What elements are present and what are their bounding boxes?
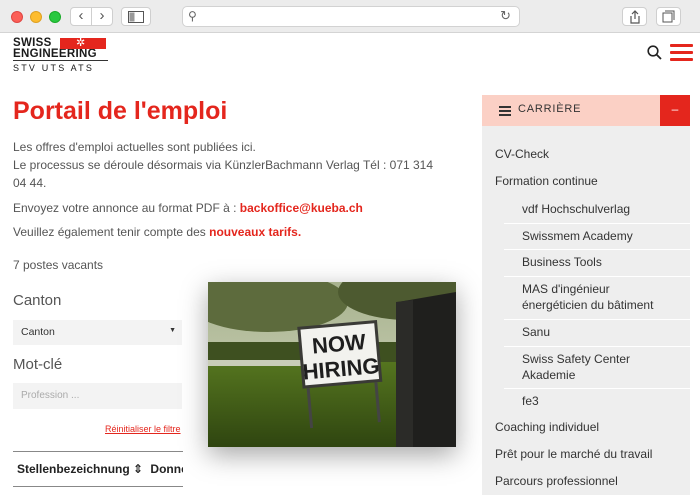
canton-select-value: Canton bbox=[21, 326, 55, 338]
sidebar-item-parcours[interactable]: Parcours professionnel bbox=[495, 474, 618, 488]
pdf-text: Envoyez votre annonce au format PDF à : bbox=[13, 201, 237, 215]
back-button[interactable]: ‹ bbox=[70, 7, 92, 26]
list-icon bbox=[499, 106, 511, 118]
close-window-button[interactable] bbox=[11, 11, 23, 23]
collapse-button[interactable]: – bbox=[660, 95, 690, 126]
forward-button[interactable]: › bbox=[91, 7, 113, 26]
logo-line-3: STV UTS ATS bbox=[13, 63, 95, 73]
sidebar-item-cv-check[interactable]: CV-Check bbox=[495, 147, 549, 161]
pdf-instruction: Envoyez votre annonce au format PDF à : … bbox=[13, 199, 363, 217]
email-link[interactable]: backoffice@kueba.ch bbox=[240, 201, 363, 215]
reset-filter-link[interactable]: Réinitialiser le filtre bbox=[105, 424, 181, 434]
search-icon: ⚲ bbox=[188, 9, 197, 23]
col-data[interactable]: Données bbox=[150, 462, 183, 476]
tarif-note: Veuillez également tenir compte des nouv… bbox=[13, 223, 301, 241]
now-hiring-image: NOW HIRING bbox=[208, 282, 456, 447]
share-button[interactable] bbox=[622, 7, 647, 26]
sidebar-subitem-mas[interactable]: MAS d'ingénieur énergéticien du bâtiment bbox=[522, 281, 672, 313]
divider bbox=[504, 249, 690, 250]
sidebar-subitem-business-tools[interactable]: Business Tools bbox=[522, 254, 672, 270]
tarif-link[interactable]: nouveaux tarifs. bbox=[209, 225, 301, 239]
sidebar-toggle-button[interactable] bbox=[121, 7, 151, 26]
logo-line-2: ENGINEERING bbox=[13, 48, 97, 60]
intro-line-1: Les offres d'emploi actuelles sont publi… bbox=[13, 140, 256, 154]
sidebar-item-formation[interactable]: Formation continue bbox=[495, 174, 598, 188]
divider bbox=[504, 346, 690, 347]
sidebar-subitem-safety-center[interactable]: Swiss Safety Center Akademie bbox=[522, 351, 672, 383]
chevron-left-icon: ‹ bbox=[78, 7, 84, 24]
keyword-label: Mot-clé bbox=[13, 356, 63, 373]
zoom-window-button[interactable] bbox=[49, 11, 61, 23]
career-sidebar: CARRIÈRE – CV-Check Formation continue v… bbox=[482, 95, 690, 495]
divider bbox=[504, 388, 690, 389]
browser-toolbar: ‹ › ⚲ ↻ bbox=[0, 0, 700, 33]
chevron-right-icon: › bbox=[99, 7, 105, 24]
emblem-icon: ✲ bbox=[76, 37, 86, 49]
tarif-text: Veuillez également tenir compte des bbox=[13, 225, 206, 239]
sidebar-subitem-swissmem[interactable]: Swissmem Academy bbox=[522, 228, 672, 244]
sidebar-subitem-sanu[interactable]: Sanu bbox=[522, 324, 672, 340]
sidebar-subitem-vdf[interactable]: vdf Hochschulverlag bbox=[522, 201, 672, 217]
col-job-title[interactable]: Stellenbezeichnung ⇕ bbox=[17, 462, 143, 476]
logo-flag: ✲ bbox=[60, 37, 106, 49]
canton-label: Canton bbox=[13, 292, 62, 309]
job-count: 7 postes vacants bbox=[13, 258, 104, 272]
share-icon bbox=[629, 10, 640, 24]
intro-line-2: Le processus se déroule désormais via Kü… bbox=[13, 158, 434, 190]
canton-select[interactable]: Canton ▼ bbox=[13, 320, 182, 345]
sidebar-icon bbox=[128, 11, 144, 23]
reload-icon[interactable]: ↻ bbox=[500, 8, 511, 24]
tabs-icon bbox=[662, 10, 675, 23]
web-page: SWISS ENGINEERING ✲ STV UTS ATS Portail … bbox=[0, 33, 700, 495]
logo-rule bbox=[13, 60, 108, 61]
address-bar[interactable]: ⚲ ↻ bbox=[182, 6, 520, 27]
table-header: Stellenbezeichnung ⇕ Données bbox=[13, 451, 183, 487]
intro-text: Les offres d'emploi actuelles sont publi… bbox=[13, 138, 443, 192]
sidebar-item-coaching[interactable]: Coaching individuel bbox=[495, 420, 599, 434]
sidebar-item-pret-marche[interactable]: Prêt pour le marché du travail bbox=[495, 447, 652, 461]
divider bbox=[504, 276, 690, 277]
sidebar-subitem-fe3[interactable]: fe3 bbox=[522, 393, 672, 409]
hamburger-menu-icon[interactable] bbox=[670, 44, 693, 65]
tabs-button[interactable] bbox=[656, 7, 681, 26]
keyword-input[interactable]: Profession ... bbox=[13, 383, 182, 409]
site-search-icon[interactable] bbox=[647, 45, 662, 64]
sidebar-header[interactable]: CARRIÈRE – bbox=[482, 95, 690, 126]
divider bbox=[504, 223, 690, 224]
swiss-engineering-logo[interactable]: SWISS ENGINEERING ✲ STV UTS ATS bbox=[13, 37, 108, 73]
caret-down-icon: ▼ bbox=[169, 327, 176, 334]
page-title: Portail de l'emploi bbox=[13, 97, 228, 125]
now-hiring-photo: NOW HIRING bbox=[208, 282, 456, 447]
sidebar-title: CARRIÈRE bbox=[518, 103, 582, 115]
divider bbox=[504, 319, 690, 320]
minimize-window-button[interactable] bbox=[30, 11, 42, 23]
